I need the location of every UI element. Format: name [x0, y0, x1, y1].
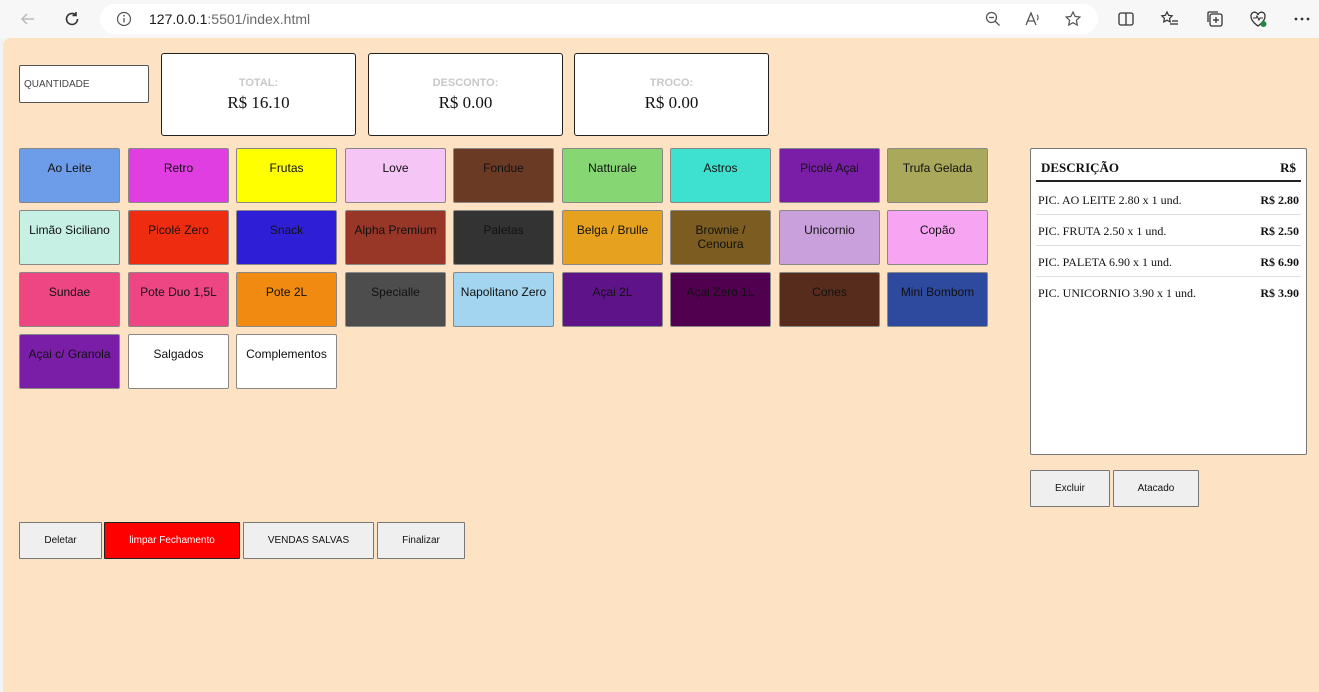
url-host: 127.0.0.1: [149, 11, 208, 27]
split-screen-icon[interactable]: [1116, 9, 1136, 29]
delete-button[interactable]: Deletar: [19, 522, 102, 559]
product-button-brownie-cenoura[interactable]: Brownie / Cenoura: [670, 210, 771, 265]
sale-item-price: R$ 3.90: [1260, 286, 1299, 300]
change-box: TROCO: R$ 0.00: [574, 53, 769, 136]
exclude-button[interactable]: Excluir: [1030, 470, 1110, 507]
collections-icon[interactable]: [1205, 9, 1225, 29]
wholesale-button[interactable]: Atacado: [1113, 470, 1199, 507]
sale-items-panel: DESCRIÇÃO R$ PIC. AO LEITE 2.80 x 1 und.…: [1030, 148, 1307, 455]
browser-toolbar: 127.0.0.1:5501/index.html: [0, 0, 1319, 38]
sale-item-price: R$ 2.80: [1260, 193, 1299, 207]
product-button-pote-duo[interactable]: Pote Duo 1,5L: [128, 272, 229, 327]
info-icon[interactable]: [116, 11, 132, 27]
sale-item-price: R$ 6.90: [1260, 255, 1299, 269]
change-value: R$ 0.00: [644, 93, 699, 112]
product-button-salgados[interactable]: Salgados: [128, 334, 229, 389]
sale-item-price: R$ 2.50: [1260, 224, 1299, 238]
quantity-input[interactable]: [19, 65, 149, 103]
zoom-out-icon[interactable]: [984, 10, 1002, 28]
product-button-pote-2l[interactable]: Pote 2L: [236, 272, 337, 327]
sale-item-description: PIC. AO LEITE 2.80 x 1 und.: [1038, 193, 1182, 207]
product-button-cones[interactable]: Cones: [779, 272, 880, 327]
product-button-snack[interactable]: Snack: [236, 210, 337, 265]
product-button-sundae[interactable]: Sundae: [19, 272, 120, 327]
description-column-header: DESCRIÇÃO: [1041, 160, 1120, 175]
product-button-acai-granola[interactable]: Açai c/ Granola: [19, 334, 120, 389]
product-button-frutas[interactable]: Frutas: [236, 148, 337, 203]
product-button-copao[interactable]: Copão: [887, 210, 988, 265]
product-button-acai-zero-1l[interactable]: Açai Zero 1L: [670, 272, 771, 327]
refresh-icon[interactable]: [60, 7, 84, 31]
sale-item-description: PIC. UNICORNIO 3.90 x 1 und.: [1038, 286, 1197, 300]
discount-value: R$ 0.00: [438, 93, 493, 112]
discount-label: DESCONTO:: [432, 77, 499, 89]
favorite-star-icon[interactable]: [1064, 10, 1082, 28]
product-button-limao-siciliano[interactable]: Limão Siciliano: [19, 210, 120, 265]
read-aloud-icon[interactable]: [1024, 10, 1042, 28]
product-button-picole-zero[interactable]: Picolé Zero: [128, 210, 229, 265]
product-button-mini-bombom[interactable]: Mini Bombom: [887, 272, 988, 327]
back-arrow-icon[interactable]: [16, 7, 40, 31]
product-button-picole-acai[interactable]: Picolé Açai: [779, 148, 880, 203]
total-label: TOTAL:: [238, 77, 279, 89]
sale-item-row[interactable]: PIC. PALETA 6.90 x 1 und. R$ 6.90: [1036, 246, 1301, 277]
product-button-unicornio[interactable]: Unicornio: [779, 210, 880, 265]
sale-item-description: PIC. PALETA 6.90 x 1 und.: [1038, 255, 1172, 269]
sale-item-description: PIC. FRUTA 2.50 x 1 und.: [1038, 224, 1167, 238]
finish-button[interactable]: Finalizar: [377, 522, 465, 559]
product-button-acai-2l[interactable]: Açai 2L: [562, 272, 663, 327]
product-button-complementos[interactable]: Complementos: [236, 334, 337, 389]
favorites-list-icon[interactable]: [1160, 9, 1180, 29]
address-bar[interactable]: 127.0.0.1:5501/index.html: [100, 4, 1098, 34]
more-options-icon[interactable]: [1292, 9, 1312, 29]
product-button-love[interactable]: Love: [345, 148, 446, 203]
product-button-retro[interactable]: Retro: [128, 148, 229, 203]
pos-page: TOTAL: R$ 16.10 DESCONTO: R$ 0.00 TROCO:…: [3, 38, 1319, 692]
sale-item-row[interactable]: PIC. FRUTA 2.50 x 1 und. R$ 2.50: [1036, 215, 1301, 246]
product-button-fondue[interactable]: Fondue: [453, 148, 554, 203]
url-text: 127.0.0.1:5501/index.html: [149, 11, 310, 27]
clear-closing-button[interactable]: limpar Fechamento: [104, 522, 240, 559]
browser-essentials-icon[interactable]: [1248, 9, 1268, 29]
product-button-paletas[interactable]: Paletas: [453, 210, 554, 265]
product-button-napolitano-zero[interactable]: Napolitano Zero: [453, 272, 554, 327]
product-button-natturale[interactable]: Natturale: [562, 148, 663, 203]
saved-sales-button[interactable]: VENDAS SALVAS: [243, 522, 374, 559]
product-button-ao-leite[interactable]: Ao Leite: [19, 148, 120, 203]
product-button-alpha-premium[interactable]: Alpha Premium: [345, 210, 446, 265]
product-button-trufa-gelada[interactable]: Trufa Gelada: [887, 148, 988, 203]
discount-box: DESCONTO: R$ 0.00: [368, 53, 563, 136]
total-value: R$ 16.10: [227, 93, 290, 112]
sale-item-row[interactable]: PIC. UNICORNIO 3.90 x 1 und. R$ 3.90: [1036, 277, 1301, 308]
change-label: TROCO:: [649, 77, 694, 89]
sale-items-header: DESCRIÇÃO R$: [1036, 149, 1301, 182]
sale-item-row[interactable]: PIC. AO LEITE 2.80 x 1 und. R$ 2.80: [1036, 184, 1301, 215]
product-button-specialle[interactable]: Specialle: [345, 272, 446, 327]
total-box: TOTAL: R$ 16.10: [161, 53, 356, 136]
price-column-header: R$: [1280, 160, 1296, 175]
product-button-astros[interactable]: Astros: [670, 148, 771, 203]
url-path: :5501/index.html: [207, 11, 311, 27]
product-button-belga-brulle[interactable]: Belga / Brulle: [562, 210, 663, 265]
